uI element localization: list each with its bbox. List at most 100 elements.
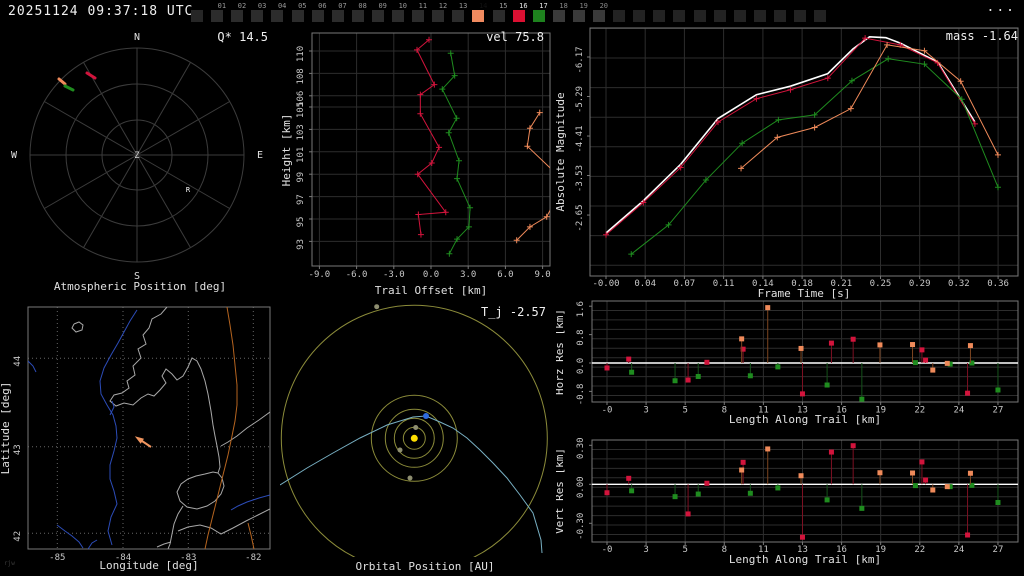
- mars-dot: [407, 475, 413, 481]
- data-point-marker: [944, 360, 950, 366]
- tick-label: 0.11: [713, 279, 735, 289]
- tick-label: 24: [953, 545, 964, 555]
- station-slot-number: 07: [338, 2, 347, 10]
- station-slot-number: 14: [478, 2, 488, 10]
- overflow-menu-button[interactable]: ...: [987, 0, 1016, 15]
- data-point-marker: [885, 55, 892, 62]
- station-slot[interactable]: [673, 10, 686, 22]
- tick-label: -2.65: [575, 205, 585, 232]
- station-slot-03[interactable]: 03: [251, 2, 266, 22]
- river: [56, 524, 84, 549]
- earth-dot: [423, 413, 429, 419]
- data-point-marker: [704, 480, 710, 486]
- station-slot[interactable]: [633, 10, 646, 22]
- station-slot-number: 06: [318, 2, 327, 10]
- vert-res-xaxis-label: Length Along Trail [km]: [729, 553, 881, 566]
- data-point-marker: [930, 487, 936, 493]
- data-point-marker: [765, 446, 771, 452]
- jupiter-dot: [374, 304, 380, 310]
- station-slot-number: 19: [579, 2, 588, 10]
- tick-label: 0.32: [948, 279, 970, 289]
- data-point-marker: [919, 347, 925, 353]
- station-slot[interactable]: [693, 10, 706, 22]
- orbital-plot-title: Orbital Position [AU]: [355, 560, 494, 573]
- data-point-marker: [415, 211, 422, 218]
- tick-label: 5: [682, 545, 687, 555]
- data-point-marker: [695, 491, 701, 497]
- map-xaxis-label: Longitude [deg]: [99, 559, 198, 572]
- data-point-marker: [685, 377, 691, 383]
- station-slot[interactable]: [794, 10, 806, 22]
- data-point-marker: [799, 391, 805, 397]
- tick-label: 44: [13, 356, 23, 367]
- station-slot[interactable]: [753, 10, 766, 22]
- station-slot-number: 15: [499, 2, 508, 10]
- watermark-text: rjw: [4, 560, 15, 567]
- station-slot-number: 10: [398, 2, 407, 10]
- station-slot-20[interactable]: 20: [593, 2, 608, 22]
- station-slot-14[interactable]: 14: [472, 2, 487, 22]
- data-point-marker: [944, 484, 950, 490]
- station-slot-07[interactable]: 07: [331, 2, 347, 22]
- data-point-marker: [919, 459, 925, 465]
- data-point-marker: [747, 373, 753, 379]
- venus-dot: [397, 447, 403, 453]
- ground-map-panel: -85 -84 -83 -82 44 43 42 Longitude [deg] Latit…: [0, 295, 280, 576]
- q-value-badge: Q* 14.5: [217, 30, 268, 44]
- data-point-marker: [824, 497, 830, 503]
- station-slot-18[interactable]: 18: [552, 2, 568, 22]
- data-point-marker: [965, 532, 971, 538]
- tick-label: 0.8: [576, 329, 586, 345]
- data-point-marker: [965, 390, 971, 396]
- tick-label: -3.0: [383, 270, 405, 280]
- station-slot-number: 08: [358, 2, 367, 10]
- polar-spoke: [136, 154, 191, 248]
- data-point-marker: [850, 443, 856, 449]
- station-slot-19[interactable]: 19: [572, 2, 588, 22]
- station-slot-06[interactable]: 06: [311, 2, 327, 22]
- data-point-marker: [453, 115, 460, 122]
- plot-frame: [591, 439, 1019, 543]
- data-point-marker: [436, 144, 443, 151]
- tick-label: -0: [602, 406, 613, 416]
- tick-label: 93: [296, 239, 306, 250]
- tick-label: -0.00: [592, 279, 619, 289]
- velocity-badge: vel 75.8: [486, 30, 544, 44]
- station-slot-10[interactable]: 10: [392, 2, 407, 22]
- station-slot[interactable]: [773, 10, 786, 22]
- station-slot[interactable]: [653, 10, 666, 22]
- station-slot-02[interactable]: 02: [231, 2, 246, 22]
- data-point-marker: [859, 505, 865, 511]
- station-slot[interactable]: [733, 10, 746, 22]
- station-slot-09[interactable]: 09: [371, 2, 387, 22]
- orbital-position-panel: T_j -2.57 Orbital Position [AU]: [280, 295, 570, 576]
- data-point-marker: [417, 231, 424, 238]
- data-point-marker: [824, 382, 830, 388]
- station-slot-16[interactable]: 16: [512, 2, 528, 22]
- station-slot-11[interactable]: 11: [412, 2, 427, 22]
- station-slot-08[interactable]: 08: [351, 2, 367, 22]
- data-point-marker: [629, 369, 635, 375]
- data-point-marker: [626, 356, 632, 362]
- data-point-marker: [798, 345, 804, 351]
- station-slot-12[interactable]: 12: [432, 2, 447, 22]
- cardinal-east-label: E: [257, 150, 263, 161]
- station-slot-17[interactable]: 17: [532, 2, 548, 22]
- station-slot-13[interactable]: 13: [452, 2, 467, 22]
- station-slot[interactable]: [713, 10, 726, 22]
- data-point-marker: [626, 475, 632, 481]
- station-slot[interactable]: [814, 10, 827, 22]
- data-point-marker: [454, 175, 461, 182]
- tick-label: 6.0: [497, 270, 513, 280]
- data-point-marker: [775, 485, 781, 491]
- station-slot-04[interactable]: 04: [271, 2, 286, 22]
- station-slot-05[interactable]: 05: [291, 2, 307, 22]
- plot-frame: [591, 300, 1019, 403]
- tick-label: -4.41: [575, 125, 585, 152]
- station-slot[interactable]: [613, 10, 626, 22]
- tick-label: 0.00: [576, 476, 586, 498]
- station-slot-01[interactable]: 01: [211, 2, 226, 22]
- tick-label: -85: [49, 553, 65, 563]
- station-slot[interactable]: [191, 10, 203, 22]
- station-slot-15[interactable]: 15: [492, 2, 508, 22]
